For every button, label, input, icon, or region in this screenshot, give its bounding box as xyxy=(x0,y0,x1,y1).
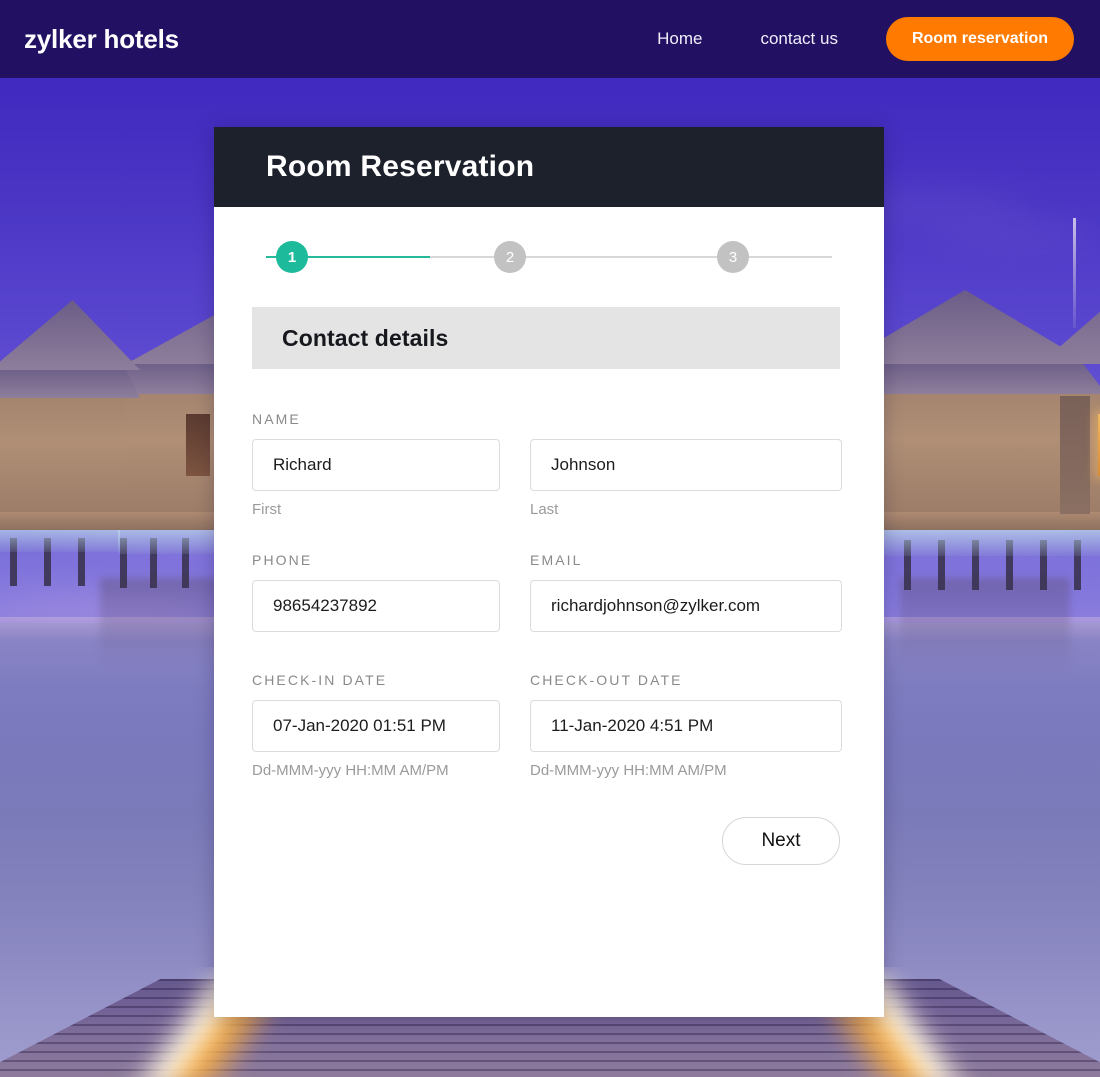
brand-logo[interactable]: zylker hotels xyxy=(24,24,179,55)
step-indicator-1[interactable]: 1 xyxy=(276,241,308,273)
email-input[interactable] xyxy=(530,580,842,632)
progress-stepper: 1 2 3 xyxy=(252,207,846,307)
reservation-card: Room Reservation 1 2 3 Contact details N… xyxy=(214,127,884,1017)
last-name-field-group: NAME Last xyxy=(530,411,842,518)
last-name-hint: Last xyxy=(530,501,842,518)
phone-field-group: PHONE xyxy=(252,552,500,632)
section-heading-label: Contact details xyxy=(282,325,448,352)
check-in-date-input[interactable] xyxy=(252,700,500,752)
phone-label: PHONE xyxy=(252,552,500,568)
page-title: Room Reservation xyxy=(266,150,534,184)
card-body: 1 2 3 Contact details NAME First NAME La… xyxy=(214,207,884,865)
top-navbar: zylker hotels Home contact us Room reser… xyxy=(0,0,1100,78)
name-row: NAME First NAME Last xyxy=(252,411,846,518)
nav-link-contact-us[interactable]: contact us xyxy=(744,21,854,57)
check-out-format-hint: Dd-MMM-yyy HH:MM AM/PM xyxy=(530,762,842,779)
first-name-input[interactable] xyxy=(252,439,500,491)
section-heading: Contact details xyxy=(252,307,840,369)
step-indicator-2[interactable]: 2 xyxy=(494,241,526,273)
card-header: Room Reservation xyxy=(214,127,884,207)
nav-links: Home contact us Room reservation xyxy=(641,17,1074,61)
email-label: EMAIL xyxy=(530,552,842,568)
name-label: NAME xyxy=(252,411,500,427)
check-out-label: CHECK-OUT DATE xyxy=(530,672,842,688)
check-out-field-group: CHECK-OUT DATE Dd-MMM-yyy HH:MM AM/PM xyxy=(530,672,842,779)
next-button[interactable]: Next xyxy=(722,817,840,865)
room-reservation-button[interactable]: Room reservation xyxy=(886,17,1074,61)
phone-email-row: PHONE EMAIL xyxy=(252,552,846,632)
dates-row: CHECK-IN DATE Dd-MMM-yyy HH:MM AM/PM CHE… xyxy=(252,672,846,779)
form-actions: Next xyxy=(252,817,840,865)
phone-input[interactable] xyxy=(252,580,500,632)
last-name-input[interactable] xyxy=(530,439,842,491)
nav-link-home[interactable]: Home xyxy=(641,21,718,57)
first-name-hint: First xyxy=(252,501,500,518)
check-in-label: CHECK-IN DATE xyxy=(252,672,500,688)
email-field-group: EMAIL xyxy=(530,552,842,632)
check-in-field-group: CHECK-IN DATE Dd-MMM-yyy HH:MM AM/PM xyxy=(252,672,500,779)
step-indicator-3[interactable]: 3 xyxy=(717,241,749,273)
first-name-field-group: NAME First xyxy=(252,411,500,518)
check-out-date-input[interactable] xyxy=(530,700,842,752)
check-in-format-hint: Dd-MMM-yyy HH:MM AM/PM xyxy=(252,762,500,779)
